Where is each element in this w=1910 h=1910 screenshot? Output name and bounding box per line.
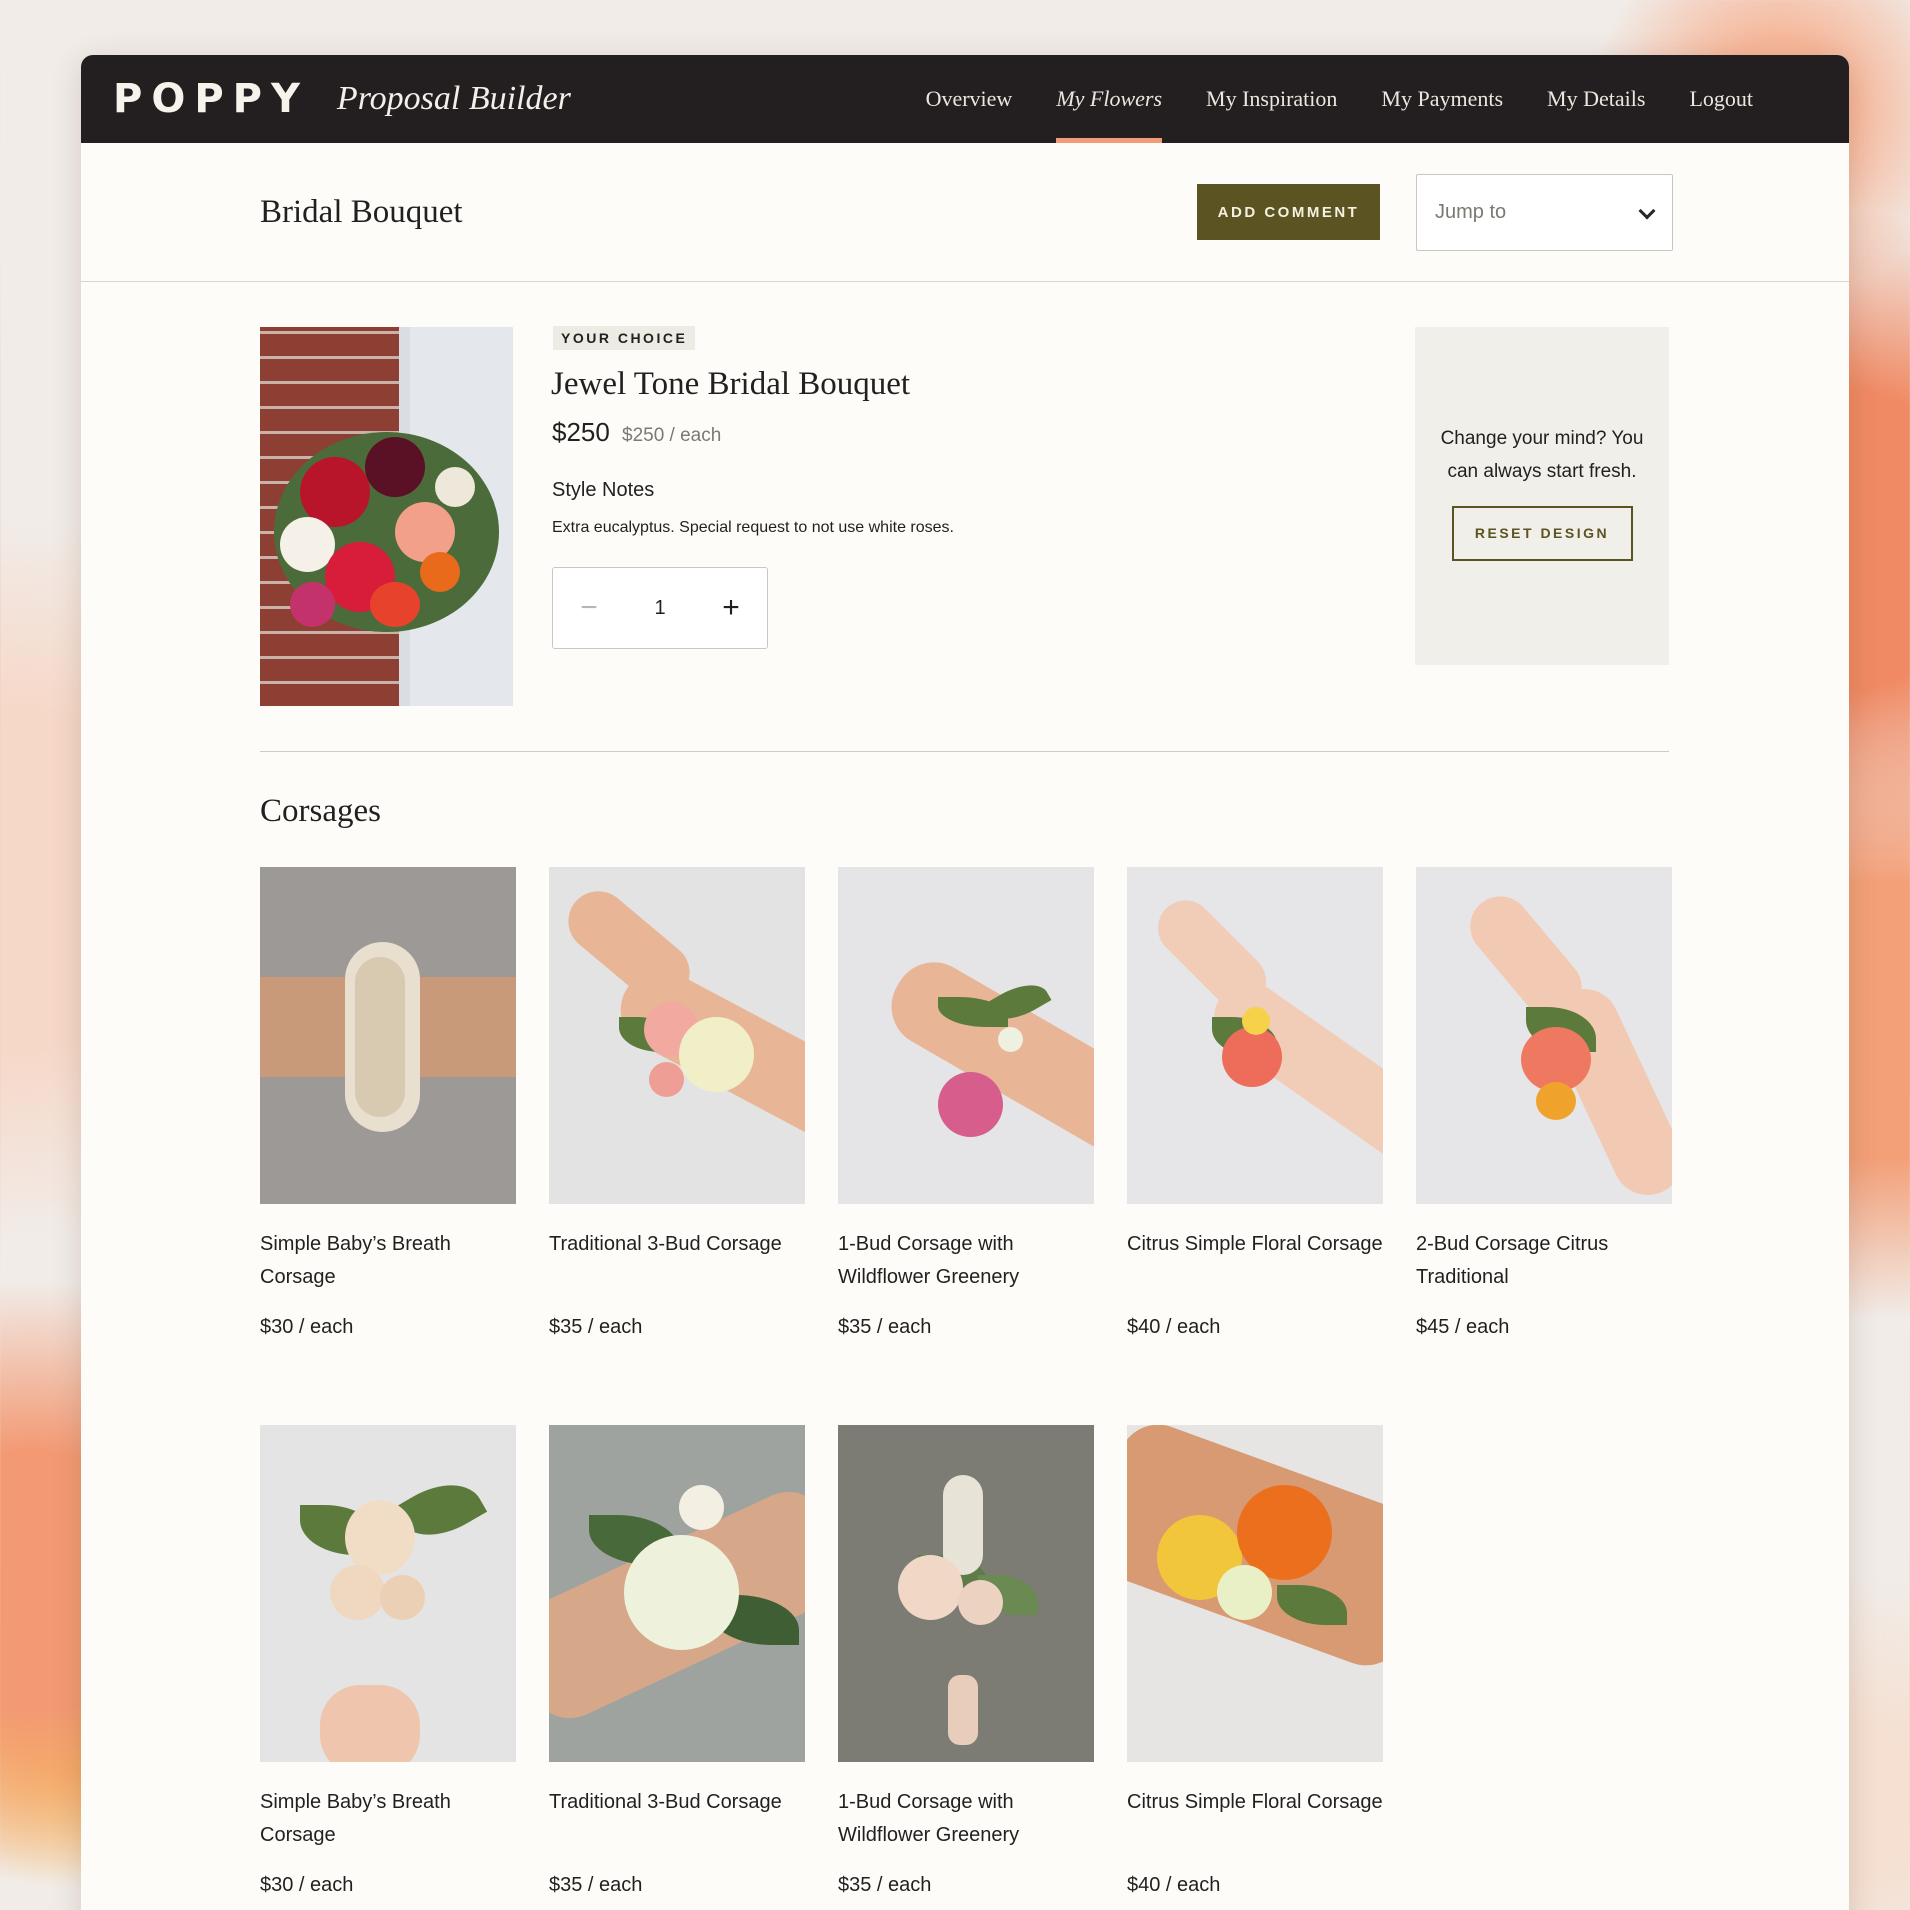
- product-price: $35 / each: [838, 1874, 932, 1896]
- product-card[interactable]: Traditional 3-Bud Corsage $35 / each: [549, 867, 805, 1339]
- product-card[interactable]: Simple Baby’s Breath Corsage $30 / each: [260, 867, 516, 1339]
- nav-my-inspiration[interactable]: My Inspiration: [1184, 55, 1359, 143]
- style-notes-label: Style Notes: [552, 479, 655, 501]
- choice-price: $250: [552, 417, 610, 447]
- poppy-logo[interactable]: POPPY: [113, 76, 309, 122]
- app-subtitle: Proposal Builder: [336, 80, 571, 117]
- main-nav: Overview My Flowers My Inspiration My Pa…: [904, 55, 1775, 143]
- product-name: 2-Bud Corsage Citrus Traditional: [1416, 1233, 1609, 1288]
- product-card[interactable]: 2-Bud Corsage Citrus Traditional $45 / e…: [1416, 867, 1672, 1339]
- quantity-stepper: − 1 +: [552, 567, 768, 649]
- product-price: $35 / each: [549, 1874, 643, 1896]
- choice-unit-price: $250 / each: [622, 425, 722, 446]
- your-choice-section: Your Choice Jewel Tone Bridal Bouquet $2…: [81, 282, 1849, 752]
- page-title: Bridal Bouquet: [260, 193, 463, 230]
- your-choice-badge: Your Choice: [553, 326, 696, 350]
- minus-icon[interactable]: −: [553, 567, 625, 649]
- section-header: Bridal Bouquet Add Comment Jump to: [81, 143, 1849, 282]
- proposal-builder-window: POPPY Proposal Builder Overview My Flowe…: [81, 55, 1849, 1910]
- product-name: Traditional 3-Bud Corsage: [549, 1791, 782, 1813]
- product-image: [838, 1425, 1094, 1762]
- product-image: [1127, 1425, 1383, 1762]
- quantity-value[interactable]: 1: [625, 597, 695, 620]
- product-image: [549, 867, 805, 1204]
- top-nav-bar: POPPY Proposal Builder Overview My Flowe…: [81, 55, 1849, 143]
- product-price: $45 / each: [1416, 1316, 1510, 1338]
- reset-design-button[interactable]: Reset Design: [1451, 505, 1633, 561]
- product-price: $35 / each: [549, 1316, 643, 1338]
- product-price: $35 / each: [838, 1316, 932, 1338]
- nav-my-details[interactable]: My Details: [1525, 55, 1667, 143]
- style-notes-text: Extra eucalyptus. Special request to not…: [552, 519, 954, 536]
- product-card[interactable]: 1-Bud Corsage with Wildflower Greenery $…: [838, 1425, 1094, 1897]
- product-image: [260, 1425, 516, 1762]
- product-name: Citrus Simple Floral Corsage: [1127, 1791, 1383, 1813]
- nav-my-payments[interactable]: My Payments: [1359, 55, 1525, 143]
- product-price: $30 / each: [260, 1316, 354, 1338]
- product-card[interactable]: 1-Bud Corsage with Wildflower Greenery $…: [838, 867, 1094, 1339]
- product-image: [1127, 867, 1383, 1204]
- nav-logout[interactable]: Logout: [1667, 55, 1775, 143]
- product-image: [838, 867, 1094, 1204]
- nav-overview[interactable]: Overview: [904, 55, 1035, 143]
- reset-message: Change your mind? You can always start f…: [1440, 427, 1644, 482]
- add-comment-button[interactable]: Add Comment: [1197, 184, 1380, 240]
- product-name: 1-Bud Corsage with Wildflower Greenery: [838, 1233, 1020, 1288]
- jump-to-select[interactable]: Jump to: [1416, 173, 1673, 251]
- product-card[interactable]: Citrus Simple Floral Corsage $40 / each: [1127, 867, 1383, 1339]
- chevron-down-icon: [1638, 204, 1654, 220]
- product-price: $30 / each: [260, 1874, 354, 1896]
- product-name: Citrus Simple Floral Corsage: [1127, 1233, 1383, 1255]
- product-name: Traditional 3-Bud Corsage: [549, 1233, 782, 1255]
- product-name: 1-Bud Corsage with Wildflower Greenery: [838, 1791, 1020, 1846]
- product-image: [1416, 867, 1672, 1204]
- choice-name: Jewel Tone Bridal Bouquet: [551, 366, 911, 402]
- product-name: Simple Baby’s Breath Corsage: [260, 1791, 451, 1846]
- product-price: $40 / each: [1127, 1874, 1221, 1896]
- section-divider: [260, 751, 1669, 752]
- product-card[interactable]: Simple Baby’s Breath Corsage $30 / each: [260, 1425, 516, 1897]
- product-image: [260, 867, 516, 1204]
- nav-my-flowers[interactable]: My Flowers: [1034, 55, 1184, 143]
- product-image: [549, 1425, 805, 1762]
- product-name: Simple Baby’s Breath Corsage: [260, 1233, 451, 1288]
- bouquet-image: [260, 327, 513, 706]
- reset-panel: Change your mind? You can always start f…: [1415, 327, 1669, 665]
- jump-to-placeholder: Jump to: [1435, 200, 1507, 223]
- product-price: $40 / each: [1127, 1316, 1221, 1338]
- product-card[interactable]: Traditional 3-Bud Corsage $35 / each: [549, 1425, 805, 1897]
- corsages-heading: Corsages: [260, 793, 381, 829]
- product-card[interactable]: Citrus Simple Floral Corsage $40 / each: [1127, 1425, 1383, 1897]
- plus-icon[interactable]: +: [695, 567, 767, 649]
